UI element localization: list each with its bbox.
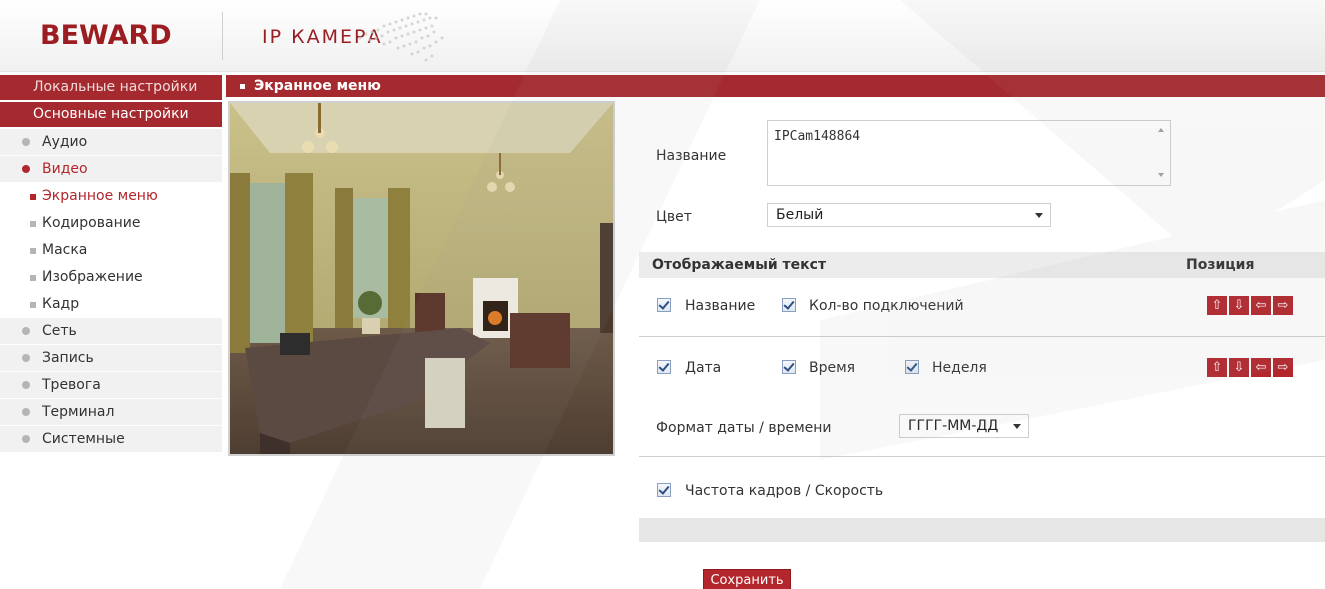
name-checkbox-label: Название: [685, 298, 756, 314]
textarea-scrollbar[interactable]: [1152, 121, 1170, 185]
sidebar-item-video[interactable]: Видео: [0, 156, 222, 182]
position-left-button[interactable]: ⇦: [1251, 358, 1271, 377]
world-map-icon: [358, 12, 444, 62]
color-select-value: Белый: [776, 207, 824, 223]
sidebar-sub-label: Кодирование: [42, 215, 141, 231]
sidebar-item-recording[interactable]: Запись: [0, 345, 222, 371]
sidebar-item-audio[interactable]: Аудио: [0, 129, 222, 155]
name-label: Название: [656, 148, 727, 164]
camera-preview: [228, 101, 615, 456]
date-checkbox[interactable]: [657, 360, 671, 374]
display-text-header: Отображаемый текст Позиция: [639, 252, 1325, 278]
position-left-button[interactable]: ⇦: [1251, 296, 1271, 315]
position-header-label: Позиция: [1186, 257, 1255, 273]
position-right-button[interactable]: ⇨: [1273, 296, 1293, 315]
sidebar-item-alarm[interactable]: Тревога: [0, 372, 222, 398]
name-checkbox[interactable]: [657, 298, 671, 312]
sidebar-sub-osd[interactable]: Экранное меню: [0, 183, 222, 210]
sidebar-item-terminal[interactable]: Терминал: [0, 399, 222, 425]
sidebar-item-label: Видео: [42, 161, 88, 177]
date-checkbox-label: Дата: [685, 360, 722, 376]
bullet-icon: [22, 408, 30, 416]
sidebar-item-label: Системные: [42, 431, 125, 447]
time-checkbox-label: Время: [809, 360, 856, 376]
bullet-icon: [22, 165, 30, 173]
date-format-value: ГГГГ-ММ-ДД: [908, 418, 999, 434]
sidebar-item-network[interactable]: Сеть: [0, 318, 222, 344]
framerate-checkbox[interactable]: [657, 483, 671, 497]
position-up-button[interactable]: ⇧: [1207, 358, 1227, 377]
name-textarea[interactable]: IPCam148864: [767, 120, 1171, 186]
bullet-icon: [22, 138, 30, 146]
sidebar-sub-mask[interactable]: Маска: [0, 237, 222, 264]
week-checkbox[interactable]: [905, 360, 919, 374]
time-checkbox[interactable]: [782, 360, 796, 374]
camera-preview-image: [230, 103, 613, 454]
sidebar-sub-label: Экранное меню: [42, 188, 158, 204]
brand-logo[interactable]: BEWARD: [40, 20, 172, 51]
connections-checkbox[interactable]: [782, 298, 796, 312]
save-button[interactable]: Сохранить: [703, 569, 791, 589]
date-format-label: Формат даты / времени: [656, 420, 832, 436]
position-down-button[interactable]: ⇩: [1229, 296, 1249, 315]
color-select[interactable]: Белый: [767, 203, 1051, 227]
sidebar: Локальные настройки Основные настройки А…: [0, 75, 222, 453]
chevron-down-icon: [1035, 213, 1043, 218]
sidebar-sub-image[interactable]: Изображение: [0, 264, 222, 291]
header-divider: [222, 12, 223, 60]
divider: [639, 336, 1325, 337]
bullet-icon: [22, 381, 30, 389]
sidebar-basic-settings[interactable]: Основные настройки: [0, 102, 222, 127]
square-bullet-icon: [30, 221, 36, 227]
position-up-button[interactable]: ⇧: [1207, 296, 1227, 315]
bullet-icon: [22, 327, 30, 335]
page-title-bar: Экранное меню: [226, 75, 1325, 97]
square-bullet-icon: [30, 275, 36, 281]
sidebar-sub-label: Кадр: [42, 296, 80, 312]
color-label: Цвет: [656, 209, 692, 225]
sidebar-item-system[interactable]: Системные: [0, 426, 222, 452]
sidebar-item-label: Аудио: [42, 134, 88, 150]
position-down-button[interactable]: ⇩: [1229, 358, 1249, 377]
display-text-header-label: Отображаемый текст: [652, 257, 827, 273]
sidebar-item-label: Тревога: [42, 377, 101, 393]
page: BEWARD IP КАМЕРА Локальные настройки Осн…: [0, 0, 1325, 589]
sidebar-local-settings[interactable]: Локальные настройки: [0, 75, 222, 100]
sidebar-item-label: Терминал: [42, 404, 115, 420]
sidebar-sub-frame[interactable]: Кадр: [0, 291, 222, 318]
sidebar-sub-encoding[interactable]: Кодирование: [0, 210, 222, 237]
framerate-checkbox-label: Частота кадров / Скорость: [685, 483, 884, 499]
chevron-down-icon: [1013, 424, 1021, 429]
page-title: Экранное меню: [254, 78, 381, 94]
sidebar-item-label: Сеть: [42, 323, 77, 339]
square-bullet-icon: [240, 84, 245, 89]
bullet-icon: [22, 435, 30, 443]
sidebar-sub-label: Маска: [42, 242, 88, 258]
footer-bar: [639, 518, 1325, 542]
date-format-select[interactable]: ГГГГ-ММ-ДД: [899, 414, 1029, 438]
divider: [639, 456, 1325, 457]
square-bullet-icon: [30, 248, 36, 254]
square-bullet-icon: [30, 302, 36, 308]
sidebar-sub-label: Изображение: [42, 269, 143, 285]
week-checkbox-label: Неделя: [932, 360, 987, 376]
connections-checkbox-label: Кол-во подключений: [809, 298, 964, 314]
square-bullet-icon: [30, 194, 36, 200]
header: BEWARD IP КАМЕРА: [0, 0, 1325, 72]
sidebar-item-label: Запись: [42, 350, 94, 366]
bullet-icon: [22, 354, 30, 362]
position-right-button[interactable]: ⇨: [1273, 358, 1293, 377]
